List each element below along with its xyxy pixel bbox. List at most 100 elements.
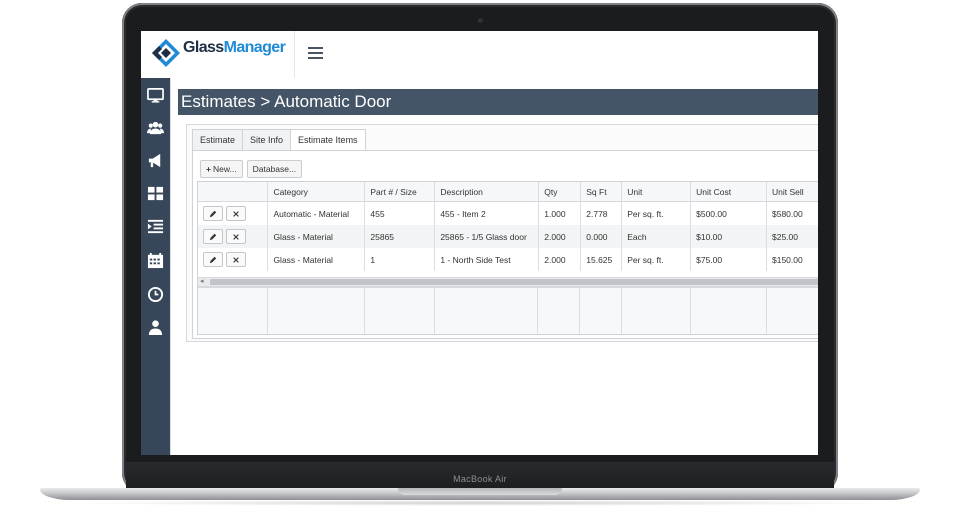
cell-unit-cost: $10.00	[690, 225, 767, 248]
cell-category: Glass - Material	[267, 248, 366, 271]
camera-dot	[478, 18, 483, 23]
cell-part: 25865	[364, 225, 436, 248]
calendar-icon	[147, 252, 164, 268]
sidebar-item-dashboard[interactable]	[141, 80, 170, 110]
breadcrumb-separator: >	[260, 92, 271, 111]
close-icon	[233, 233, 239, 240]
cell-category: Automatic - Material	[267, 201, 366, 225]
new-button-label: New...	[212, 164, 237, 174]
column-header-description[interactable]: Description	[434, 182, 540, 202]
page-title-bar: Estimates > Automatic Door	[178, 89, 818, 115]
sidebar-item-calendar[interactable]	[141, 245, 170, 275]
tab-site-info[interactable]: Site Info	[242, 129, 292, 150]
megaphone-icon	[148, 153, 161, 167]
row-actions	[198, 225, 269, 248]
scrollbar-thumb[interactable]	[210, 279, 818, 285]
column-header-part[interactable]: Part # / Size	[364, 182, 436, 202]
pencil-icon	[209, 256, 217, 263]
delete-button[interactable]	[226, 252, 246, 267]
breadcrumb-parent[interactable]: Estimates	[181, 92, 256, 111]
estimate-panel: Estimate Site Info Estimate Items + New..…	[186, 124, 818, 342]
grid-footer-row	[198, 287, 818, 334]
logo[interactable]: GlassManager	[141, 31, 295, 78]
close-icon	[233, 256, 239, 263]
cell-unit: Each	[621, 225, 692, 248]
column-header-sqft[interactable]: Sq Ft	[580, 182, 623, 202]
cell-unit-cost: $500.00	[690, 201, 767, 225]
cell-unit-sell: $25.00	[766, 225, 818, 248]
tab-estimate-items[interactable]: Estimate Items	[290, 129, 366, 151]
app-header: GlassManager	[141, 31, 818, 79]
cell-qty: 2.000	[538, 225, 582, 248]
column-header-unit[interactable]: Unit	[621, 182, 692, 202]
cell-unit: Per sq. ft.	[621, 248, 692, 271]
cell-sqft: 2.778	[580, 201, 623, 225]
sidebar-item-account[interactable]	[141, 312, 170, 342]
plus-icon: +	[206, 164, 211, 174]
sidebar-item-modules[interactable]	[141, 178, 170, 208]
monitor-icon	[147, 87, 164, 103]
column-header-qty[interactable]: Qty	[538, 182, 582, 202]
hamburger-icon[interactable]	[308, 45, 324, 61]
list-indent-icon	[147, 219, 164, 233]
cell-description: 455 - Item 2	[434, 201, 540, 225]
cell-qty: 2.000	[538, 248, 582, 271]
delete-button[interactable]	[226, 206, 246, 221]
sidebar-item-time[interactable]	[141, 279, 170, 309]
sidebar-item-list[interactable]	[141, 211, 170, 241]
edit-button[interactable]	[203, 206, 223, 221]
logo-text-part1: Glass	[183, 39, 224, 56]
logo-text: GlassManager	[183, 39, 286, 57]
screen: GlassManager Estimates > Automatic Door …	[141, 31, 818, 455]
cell-description: 1 - North Side Test	[434, 248, 540, 271]
table-row[interactable]: Automatic - Material 455 455 - Item 2 1.…	[198, 201, 818, 225]
laptop-notch	[398, 488, 562, 495]
new-button[interactable]: + New...	[200, 160, 243, 178]
sidebar-item-customers[interactable]	[141, 112, 170, 142]
cell-unit-sell: $580.00	[766, 201, 818, 225]
main-content: Estimates > Automatic Door Estimate Site…	[170, 78, 818, 455]
table-header-row: Category Part # / Size Description Qty S…	[198, 182, 818, 202]
sidebar	[141, 78, 170, 455]
database-button[interactable]: Database...	[246, 160, 303, 178]
grid-icon	[147, 186, 164, 200]
tab-estimate[interactable]: Estimate	[192, 129, 244, 150]
cell-qty: 1.000	[538, 201, 582, 225]
tab-bar: Estimate Site Info Estimate Items	[192, 129, 366, 151]
sidebar-item-marketing[interactable]	[141, 145, 170, 175]
cell-part: 455	[364, 201, 436, 225]
user-icon	[148, 319, 163, 335]
logo-text-part2: Manager	[223, 39, 286, 56]
column-header-unit-cost[interactable]: Unit Cost	[690, 182, 767, 202]
tab-content: + New... Database... Category Part # / Si…	[192, 150, 818, 339]
laptop-shadow	[60, 500, 900, 506]
column-header-actions	[198, 182, 269, 202]
row-actions	[198, 201, 269, 225]
cell-description: 25865 - 1/5 Glass door	[434, 225, 540, 248]
cell-category: Glass - Material	[267, 225, 366, 248]
column-header-category[interactable]: Category	[267, 182, 366, 202]
table-row[interactable]: Glass - Material 1 1 - North Side Test 2…	[198, 248, 818, 271]
column-header-unit-sell[interactable]: Unit Sell	[766, 182, 818, 202]
edit-button[interactable]	[203, 252, 223, 267]
delete-button[interactable]	[226, 229, 246, 244]
cell-sqft: 15.625	[580, 248, 623, 271]
edit-button[interactable]	[203, 229, 223, 244]
cell-part: 1	[364, 248, 436, 271]
breadcrumb-current: Automatic Door	[274, 92, 392, 111]
pencil-icon	[209, 233, 217, 240]
horizontal-scrollbar[interactable]: ◂	[198, 277, 818, 287]
scroll-left-icon[interactable]: ◂	[200, 278, 204, 286]
cell-unit: Per sq. ft.	[621, 201, 692, 225]
pencil-icon	[209, 210, 217, 217]
page-title: Estimates > Automatic Door	[181, 92, 391, 112]
device-label: MacBook Air	[453, 474, 507, 484]
clock-icon	[147, 286, 164, 302]
cell-unit-cost: $75.00	[690, 248, 767, 271]
toolbar: + New... Database...	[200, 160, 303, 178]
diamond-logo-icon	[152, 39, 180, 67]
close-icon	[233, 210, 239, 217]
table-row[interactable]: Glass - Material 25865 25865 - 1/5 Glass…	[198, 225, 818, 248]
items-table: Category Part # / Size Description Qty S…	[198, 182, 818, 271]
items-grid: Category Part # / Size Description Qty S…	[197, 181, 818, 335]
